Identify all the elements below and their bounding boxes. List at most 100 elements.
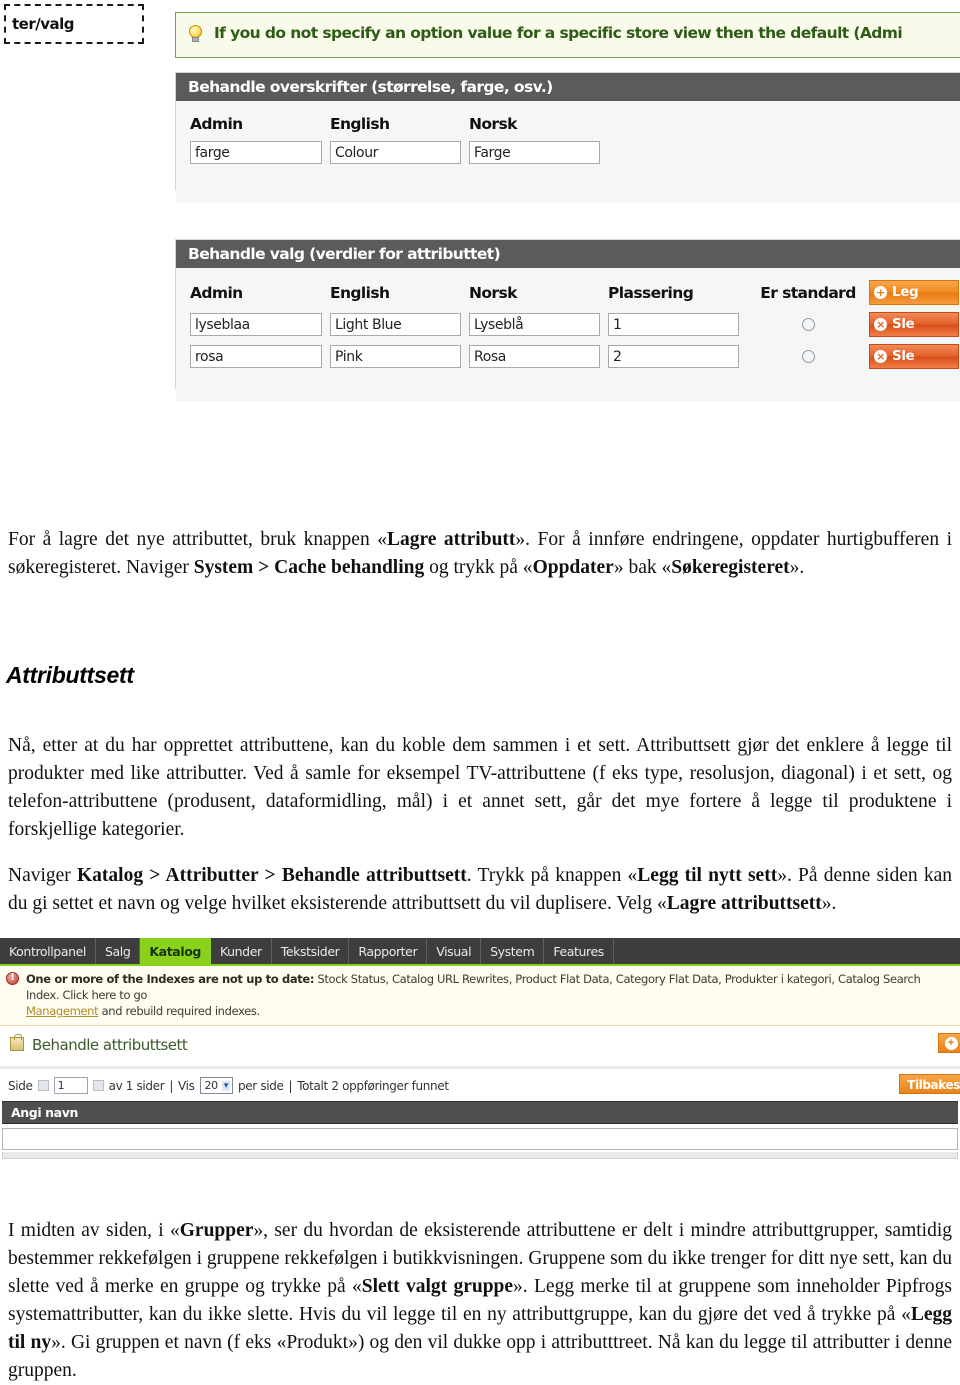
option-norsk-input[interactable]: Rosa [469, 345, 600, 368]
p4-part-a: I midten av siden, i « [8, 1219, 180, 1241]
pager-next-button[interactable] [92, 1080, 104, 1091]
pager-prev-button[interactable] [37, 1080, 49, 1091]
manage-options-panel: Behandle valg (verdier for attributtet) … [175, 239, 960, 402]
p3-bold-legg-til-nytt-sett: Legg til nytt sett [637, 864, 778, 886]
back-button[interactable]: Tilbakes [899, 1074, 960, 1094]
label-admin-input[interactable]: farge [190, 141, 322, 164]
p3-part-c: . Trykk på knappen « [466, 864, 638, 886]
options-col-admin: Admin [190, 283, 243, 302]
lightbulb-icon [188, 25, 204, 45]
index-management-link[interactable]: Management [26, 1004, 99, 1018]
labels-col-english: English [330, 115, 390, 133]
lock-icon [10, 1034, 24, 1051]
label-english-input[interactable]: Colour [330, 141, 461, 164]
p1-bold-oppdater: Oppdater [532, 556, 614, 578]
delete-option-label: Sle [892, 348, 915, 364]
pager-side-label: Side [8, 1078, 33, 1093]
p4-bold-slett-valgt-gruppe: Slett valgt gruppe [361, 1275, 514, 1297]
manage-options-title: Behandle valg (verdier for attributtet) [176, 240, 960, 268]
add-option-button[interactable]: + Leg [869, 280, 959, 305]
p1-bold-sokeregisteret: Søkeregisteret [671, 556, 790, 578]
p3-part-a: Naviger [8, 864, 78, 886]
option-norsk-input[interactable]: Lyseblå [469, 313, 600, 336]
p1-part-e: og trykk på « [424, 556, 533, 578]
option-plassering-input[interactable]: 2 [608, 345, 739, 368]
index-warning-tail: and rebuild required indexes. [98, 1004, 261, 1018]
page-title: Attributtsett [6, 662, 134, 688]
paragraph-save-attribute: For å lagre det nye attributtet, bruk kn… [8, 526, 952, 582]
pager-of-label: av 1 sider [108, 1078, 165, 1093]
pagination-bar: Side 1 av 1 sider | Vis 20 ▾ per side | … [0, 1069, 960, 1101]
screenshot-attribute-options: ter/valg If you do not specify an option… [0, 0, 960, 470]
breadcrumb-label: ter/valg [12, 15, 75, 33]
grid-footer [2, 1152, 958, 1159]
add-new-set-button[interactable]: + [938, 1033, 960, 1053]
manage-labels-title: Behandle overskrifter (størrelse, farge,… [176, 73, 960, 101]
index-warning-notice: One or more of the Indexes are not up to… [0, 966, 960, 1026]
tab-salg[interactable]: Salg [96, 938, 141, 964]
tab-kontrollpanel[interactable]: Kontrollpanel [0, 938, 96, 964]
close-icon: × [874, 350, 887, 363]
option-default-radio[interactable] [801, 318, 815, 331]
labels-value-row: farge Colour Farge [176, 135, 960, 166]
p4-bold-grupper: Grupper [179, 1219, 254, 1241]
delete-option-button[interactable]: × Sle [869, 312, 959, 337]
breadcrumb: ter/valg [4, 4, 144, 44]
pager-total-label: Totalt 2 oppføringer funnet [297, 1078, 449, 1093]
chevron-down-icon: ▾ [221, 1080, 230, 1091]
tab-kunder[interactable]: Kunder [211, 938, 272, 964]
option-admin-input[interactable]: lyseblaa [190, 313, 322, 336]
page-title-attribute-sets: Behandle attributtsett [32, 1036, 188, 1054]
page-header: Behandle attributtsett + [0, 1026, 960, 1069]
tab-rapporter[interactable]: Rapporter [349, 938, 428, 964]
table-row: lyseblaa Light Blue Lyseblå 1 × Sle [176, 307, 960, 339]
pager-sep-2: | [288, 1078, 293, 1093]
p4-part-g: ». Gi gruppen et navn (f eks «Produkt») … [8, 1331, 952, 1381]
store-view-notice: If you do not specify an option value fo… [175, 12, 960, 58]
option-english-input[interactable]: Light Blue [330, 313, 461, 336]
plus-icon: + [944, 1036, 958, 1050]
option-admin-input[interactable]: rosa [190, 345, 322, 368]
manage-labels-panel: Behandle overskrifter (størrelse, farge,… [175, 72, 960, 203]
p3-bold-lagre-attributtsett: Lagre attributtsett [666, 892, 822, 914]
paragraph-grupper: I midten av siden, i «Grupper», ser du h… [8, 1217, 952, 1385]
labels-col-norsk: Norsk [469, 115, 517, 133]
p3-part-g: ». [821, 892, 837, 914]
add-option-label: Leg [892, 284, 919, 300]
per-page-select[interactable]: 20 ▾ [199, 1077, 233, 1094]
label-norsk-input[interactable]: Farge [469, 141, 600, 164]
p1-part-a: For å lagre det nye attributtet, bruk kn… [8, 528, 387, 550]
tab-tekstsider[interactable]: Tekstsider [272, 938, 350, 964]
table-row: rosa Pink Rosa 2 × Sle [176, 339, 960, 371]
options-col-plassering: Plassering [608, 283, 694, 302]
options-col-english: English [330, 283, 390, 302]
option-default-radio[interactable] [801, 350, 815, 363]
options-header-row: Admin English Norsk Plassering Er standa… [176, 274, 960, 307]
p1-bold-lagre-attributt: Lagre attributt [386, 528, 516, 550]
error-icon [6, 971, 19, 985]
option-english-input[interactable]: Pink [330, 345, 461, 368]
delete-option-label: Sle [892, 316, 915, 332]
close-icon: × [874, 318, 887, 331]
tab-system[interactable]: System [481, 938, 545, 964]
grid-column-header-angi-navn[interactable]: Angi navn [2, 1101, 958, 1124]
tab-katalog[interactable]: Katalog [140, 938, 211, 964]
options-col-er-standard: Er standard [760, 283, 856, 302]
options-col-norsk: Norsk [469, 283, 517, 302]
p1-part-g: » bak « [613, 556, 672, 578]
option-plassering-input[interactable]: 1 [608, 313, 739, 336]
grid-filter-input[interactable] [2, 1128, 958, 1150]
store-view-notice-text: If you do not specify an option value fo… [214, 24, 903, 42]
admin-nav-tabs: Kontrollpanel Salg Katalog Kunder Teksts… [0, 938, 960, 966]
pager-vis-label: Vis [178, 1078, 195, 1093]
tab-visual[interactable]: Visual [427, 938, 482, 964]
screenshot-manage-attribute-sets: Kontrollpanel Salg Katalog Kunder Teksts… [0, 938, 960, 1188]
tab-features[interactable]: Features [544, 938, 614, 964]
index-warning-strong: One or more of the Indexes are not up to… [26, 972, 315, 986]
pager-page-input[interactable]: 1 [53, 1077, 88, 1094]
plus-icon: + [874, 286, 887, 299]
delete-option-button[interactable]: × Sle [869, 344, 959, 369]
labels-header-row: Admin English Norsk [176, 107, 960, 135]
pager-per-side-label: per side [237, 1078, 284, 1093]
paragraph-navigate-attributtsett: Naviger Katalog > Attributter > Behandle… [8, 862, 952, 918]
